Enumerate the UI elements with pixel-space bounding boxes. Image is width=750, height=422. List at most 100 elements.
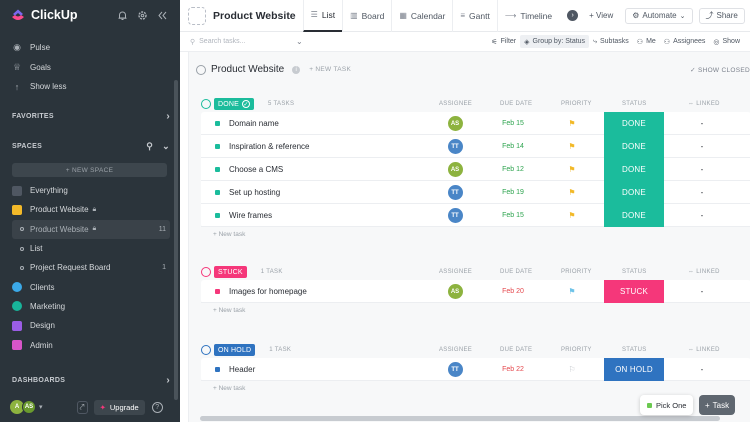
sidebar-space-marketing[interactable]: Marketing	[12, 297, 170, 316]
flag-icon[interactable]: ⚑	[561, 112, 583, 135]
sidebar-item-pulse[interactable]: ◉ Pulse	[12, 38, 66, 58]
assignee-cell[interactable]: AS	[445, 280, 465, 303]
column-header-assignee[interactable]: ASSIGNEE	[439, 101, 472, 107]
due-date[interactable]: Feb 15	[491, 112, 535, 135]
new-task-button[interactable]: + New task	[201, 227, 750, 241]
linked-cell[interactable]: -	[695, 158, 709, 181]
status-badge[interactable]: DONE ✓	[214, 98, 255, 110]
tab-list[interactable]: ☰ List	[302, 0, 343, 32]
horizontal-scrollbar[interactable]	[200, 416, 720, 421]
chevron-right-icon[interactable]: ›	[166, 111, 170, 122]
task-name[interactable]: Header	[229, 365, 255, 374]
column-header-due-date[interactable]: DUE DATE	[500, 347, 532, 353]
sidebar-item-show-less[interactable]: ↑ Show less	[12, 77, 67, 97]
collapse-group-icon[interactable]	[201, 99, 211, 109]
column-header-priority[interactable]: PRIORITY	[561, 101, 592, 107]
assignee-cell[interactable]: TT	[445, 135, 465, 158]
column-header-due-date[interactable]: DUE DATE	[500, 269, 532, 275]
tab-timeline[interactable]: ⟶ Timeline	[496, 0, 559, 32]
table-row[interactable]: Set up hosting TT Feb 19 ⚑ DONE -	[201, 181, 750, 204]
new-space-button[interactable]: + NEW SPACE	[12, 163, 167, 177]
due-date[interactable]: Feb 20	[491, 280, 535, 303]
table-row[interactable]: Domain name AS Feb 15 ⚑ DONE -	[201, 112, 750, 135]
task-name[interactable]: Inspiration & reference	[229, 142, 310, 151]
task-name[interactable]: Wire frames	[229, 211, 272, 220]
assignee-cell[interactable]: AS	[445, 112, 465, 135]
column-header-status[interactable]: STATUS	[622, 347, 647, 353]
chevron-down-icon[interactable]: ▾	[39, 403, 43, 411]
task-name[interactable]: Set up hosting	[229, 188, 280, 197]
linked-cell[interactable]: -	[695, 135, 709, 158]
favorites-section[interactable]: FAVORITES ›	[12, 111, 170, 122]
sidebar-scrollbar[interactable]	[174, 80, 178, 400]
status-cell[interactable]: DONE	[604, 181, 664, 204]
due-date[interactable]: Feb 15	[491, 204, 535, 227]
column-header-priority[interactable]: PRIORITY	[561, 269, 592, 275]
me-button[interactable]: ⚇ Me	[633, 35, 660, 48]
status-cell[interactable]: DONE	[604, 204, 664, 227]
tab-gantt[interactable]: ≡ Gantt	[452, 0, 496, 32]
task-name[interactable]: Domain name	[229, 119, 279, 128]
linked-cell[interactable]: -	[695, 280, 709, 303]
new-task-link[interactable]: + NEW TASK	[309, 66, 351, 73]
flag-icon[interactable]: ⚑	[561, 204, 583, 227]
status-cell[interactable]: DONE	[604, 135, 664, 158]
sidebar-item-everything[interactable]: Everything	[12, 181, 170, 200]
linked-cell[interactable]: -	[695, 204, 709, 227]
collapse-group-icon[interactable]	[201, 267, 211, 277]
search-icon[interactable]: ⚲	[146, 141, 153, 152]
tab-calendar[interactable]: ▦ Calendar	[391, 0, 452, 32]
flag-icon[interactable]: ⚑	[561, 158, 583, 181]
sidebar-space-admin[interactable]: Admin	[12, 335, 170, 354]
column-header-assignee[interactable]: ASSIGNEE	[439, 347, 472, 353]
column-header-linked[interactable]: ⇔ LINKED	[688, 101, 720, 107]
column-header-linked[interactable]: ⇔ LINKED	[688, 269, 720, 275]
status-dot-icon[interactable]	[215, 366, 220, 372]
status-dot-icon[interactable]	[215, 212, 220, 218]
linked-cell[interactable]: -	[695, 358, 709, 381]
collapse-group-icon[interactable]	[201, 345, 211, 355]
column-header-due-date[interactable]: DUE DATE	[500, 101, 532, 107]
linked-cell[interactable]: -	[695, 112, 709, 135]
bell-icon[interactable]	[117, 10, 128, 21]
assignee-cell[interactable]: TT	[445, 358, 465, 381]
status-cell[interactable]: STUCK	[604, 280, 664, 303]
due-date[interactable]: Feb 14	[491, 135, 535, 158]
upgrade-button[interactable]: ✦ Upgrade	[93, 399, 145, 415]
assignee-cell[interactable]: TT	[445, 181, 465, 204]
sidebar-space-clients[interactable]: Clients	[12, 277, 170, 296]
task-name[interactable]: Images for homepage	[229, 287, 307, 296]
due-date[interactable]: Feb 19	[491, 181, 535, 204]
assignees-button[interactable]: ⚇ Assignees	[660, 35, 710, 48]
due-date[interactable]: Feb 12	[491, 158, 535, 181]
status-dot-icon[interactable]	[215, 288, 220, 294]
clickup-logo[interactable]: ClickUp	[10, 8, 78, 22]
sidebar-space-product-website[interactable]: Product Website 🔒︎	[12, 200, 170, 219]
status-badge[interactable]: ON HOLD	[214, 344, 256, 356]
search-options-chevron-icon[interactable]: ⌄	[296, 37, 303, 46]
search-input[interactable]: ⚲ Search tasks...	[190, 35, 300, 48]
due-date[interactable]: Feb 22	[491, 358, 535, 381]
sidebar-item-goals[interactable]: ♕ Goals	[12, 58, 66, 78]
status-dot-icon[interactable]	[215, 143, 220, 149]
flag-icon[interactable]: ⚐	[561, 358, 583, 381]
flag-icon[interactable]: ⚑	[561, 181, 583, 204]
show-closed-button[interactable]: ✓ SHOW CLOSED	[690, 66, 750, 74]
status-badge[interactable]: STUCK	[214, 266, 247, 278]
new-task-button[interactable]: + New task	[201, 381, 750, 395]
subtasks-button[interactable]: ⤷ Subtasks	[589, 35, 633, 48]
gear-icon[interactable]	[137, 10, 148, 21]
info-icon[interactable]: i	[292, 65, 301, 74]
group-by-button[interactable]: ◈ Group by: Status	[520, 35, 590, 48]
spaces-section[interactable]: SPACES ⚲ ⌄	[12, 141, 170, 152]
tab-board[interactable]: ▥ Board	[342, 0, 391, 32]
table-row[interactable]: Wire frames TT Feb 15 ⚑ DONE -	[201, 204, 750, 227]
sidebar-list-list[interactable]: List	[12, 239, 170, 258]
help-icon[interactable]: ?	[151, 401, 163, 413]
collapse-sidebar-icon[interactable]	[157, 10, 168, 21]
sidebar-list-product-website[interactable]: Product Website 🔒︎ 11	[12, 219, 170, 239]
assignee-cell[interactable]: TT	[445, 204, 465, 227]
status-dot-icon[interactable]	[215, 189, 220, 195]
add-view-button[interactable]: + View	[583, 8, 619, 24]
status-dot-icon[interactable]	[215, 120, 220, 126]
